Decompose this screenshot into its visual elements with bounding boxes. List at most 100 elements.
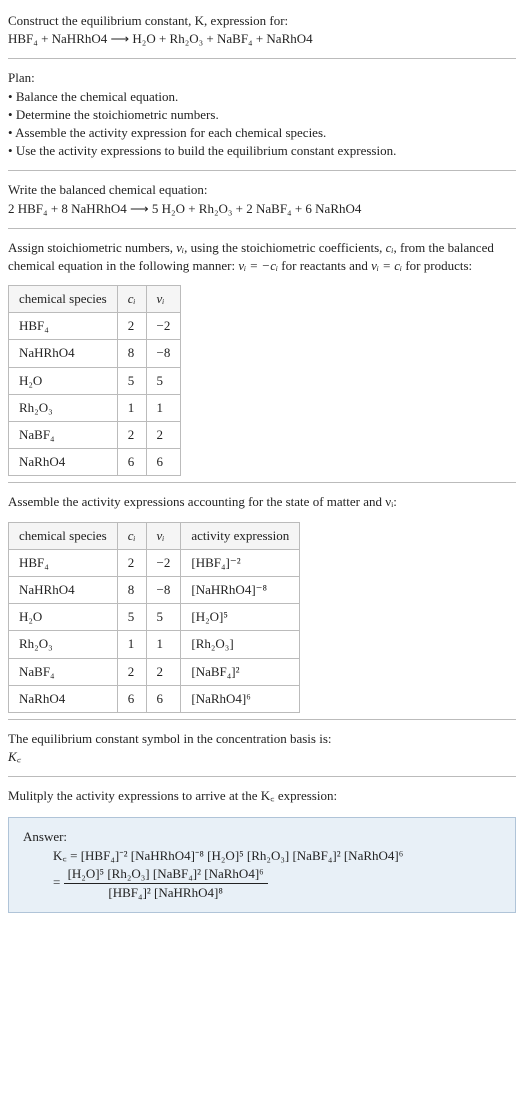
nu-cell: 6: [146, 685, 181, 712]
col-header-ci: cᵢ: [117, 522, 146, 549]
assign-block: Assign stoichiometric numbers, νᵢ, using…: [8, 235, 516, 279]
answer-box: Answer: K꜀ = [HBF₄]⁻² [NaHRhO4]⁻⁸ [H₂O]⁵…: [8, 817, 516, 913]
ci-symbol: cᵢ: [386, 240, 394, 255]
table-header-row: chemical species cᵢ νᵢ: [9, 286, 181, 313]
assign-text: for products:: [402, 258, 472, 273]
ci-cell: 6: [117, 685, 146, 712]
activity-cell: [NaBF₄]²: [181, 658, 300, 685]
divider: [8, 719, 516, 720]
plan-block: Plan: • Balance the chemical equation. •…: [8, 65, 516, 164]
species-cell: NaRhO4: [9, 449, 118, 476]
answer-flat: K꜀ = [HBF₄]⁻² [NaHRhO4]⁻⁸ [H₂O]⁵ [Rh₂O₃]…: [23, 847, 501, 865]
ci-cell: 2: [117, 549, 146, 576]
answer-label: Answer:: [23, 829, 67, 844]
title-line: Construct the equilibrium constant, K, e…: [8, 13, 288, 28]
species-cell: NaHRhO4: [9, 340, 118, 367]
assign-text: , using the stoichiometric coefficients,: [184, 240, 386, 255]
fraction-numerator: [H₂O]⁵ [Rh₂O₃] [NaBF₄]² [NaRhO4]⁶: [64, 865, 268, 884]
table-row: HBF₄2−2: [9, 313, 181, 340]
species-cell: H₂O: [9, 604, 118, 631]
species-cell: Rh₂O₃: [9, 394, 118, 421]
nu-cell: 1: [146, 394, 181, 421]
col-header-activity: activity expression: [181, 522, 300, 549]
species-cell: NaBF₄: [9, 658, 118, 685]
assemble-text: Assemble the activity expressions accoun…: [8, 494, 397, 509]
balanced-block: Write the balanced chemical equation: 2 …: [8, 177, 516, 221]
balanced-heading: Write the balanced chemical equation:: [8, 182, 207, 197]
divider: [8, 58, 516, 59]
ci-cell: 2: [117, 422, 146, 449]
symbol-block: The equilibrium constant symbol in the c…: [8, 726, 516, 770]
unbalanced-equation: HBF₄ + NaHRhO4 ⟶ H₂O + Rh₂O₃ + NaBF₄ + N…: [8, 31, 313, 46]
divider: [8, 228, 516, 229]
table-row: NaBF₄22: [9, 422, 181, 449]
ci-cell: 8: [117, 340, 146, 367]
plan-heading: Plan:: [8, 70, 35, 85]
problem-statement: Construct the equilibrium constant, K, e…: [8, 8, 516, 52]
species-cell: Rh₂O₃: [9, 631, 118, 658]
assemble-block: Assemble the activity expressions accoun…: [8, 489, 516, 515]
multiply-text: Mulitply the activity expressions to arr…: [8, 788, 337, 803]
plan-item: Assemble the activity expression for eac…: [15, 125, 326, 140]
plan-item: Use the activity expressions to build th…: [16, 143, 397, 158]
assign-text: for reactants and: [278, 258, 371, 273]
table-row: H₂O55: [9, 367, 181, 394]
fraction-denominator: [HBF₄]² [NaHRhO4]⁸: [64, 884, 268, 902]
nu-cell: 5: [146, 604, 181, 631]
balanced-equation: 2 HBF₄ + 8 NaHRhO4 ⟶ 5 H₂O + Rh₂O₃ + 2 N…: [8, 201, 361, 216]
nu-cell: 5: [146, 367, 181, 394]
col-header-nu: νᵢ: [146, 522, 181, 549]
nu-cell: −8: [146, 576, 181, 603]
col-header-species: chemical species: [9, 522, 118, 549]
nu-cell: −2: [146, 549, 181, 576]
activity-cell: [HBF₄]⁻²: [181, 549, 300, 576]
activity-table: chemical species cᵢ νᵢ activity expressi…: [8, 522, 300, 713]
activity-cell: [Rh₂O₃]: [181, 631, 300, 658]
divider: [8, 776, 516, 777]
table-row: NaHRhO48−8: [9, 340, 181, 367]
answer-fraction: = [H₂O]⁵ [Rh₂O₃] [NaBF₄]² [NaRhO4]⁶ [HBF…: [23, 865, 501, 902]
activity-cell: [NaHRhO4]⁻⁸: [181, 576, 300, 603]
species-cell: HBF₄: [9, 313, 118, 340]
activity-cell: [NaRhO4]⁶: [181, 685, 300, 712]
ci-cell: 6: [117, 449, 146, 476]
nu-cell: 2: [146, 658, 181, 685]
species-cell: H₂O: [9, 367, 118, 394]
nu-cell: −2: [146, 313, 181, 340]
relation: νᵢ = −cᵢ: [238, 258, 278, 273]
ci-cell: 5: [117, 367, 146, 394]
ci-cell: 8: [117, 576, 146, 603]
ci-cell: 1: [117, 631, 146, 658]
nu-cell: 6: [146, 449, 181, 476]
col-header-species: chemical species: [9, 286, 118, 313]
table-row: HBF₄2−2[HBF₄]⁻²: [9, 549, 300, 576]
nu-cell: 2: [146, 422, 181, 449]
nu-cell: 1: [146, 631, 181, 658]
assign-text: Assign stoichiometric numbers,: [8, 240, 176, 255]
table-row: NaHRhO48−8[NaHRhO4]⁻⁸: [9, 576, 300, 603]
plan-item: Balance the chemical equation.: [16, 89, 178, 104]
table-row: Rh₂O₃11[Rh₂O₃]: [9, 631, 300, 658]
divider: [8, 482, 516, 483]
plan-item: Determine the stoichiometric numbers.: [16, 107, 219, 122]
activity-cell: [H₂O]⁵: [181, 604, 300, 631]
species-cell: NaBF₄: [9, 422, 118, 449]
col-header-ci: cᵢ: [117, 286, 146, 313]
ci-cell: 2: [117, 313, 146, 340]
ci-cell: 1: [117, 394, 146, 421]
multiply-block: Mulitply the activity expressions to arr…: [8, 783, 516, 809]
table-row: NaRhO466[NaRhO4]⁶: [9, 685, 300, 712]
ci-cell: 5: [117, 604, 146, 631]
species-cell: HBF₄: [9, 549, 118, 576]
kc-symbol: K꜀: [8, 749, 21, 764]
nu-cell: −8: [146, 340, 181, 367]
table-row: NaRhO466: [9, 449, 181, 476]
stoichiometry-table: chemical species cᵢ νᵢ HBF₄2−2 NaHRhO48−…: [8, 285, 181, 476]
col-header-nu: νᵢ: [146, 286, 181, 313]
table-header-row: chemical species cᵢ νᵢ activity expressi…: [9, 522, 300, 549]
symbol-text: The equilibrium constant symbol in the c…: [8, 731, 332, 746]
nu-symbol: νᵢ: [176, 240, 184, 255]
relation: νᵢ = cᵢ: [371, 258, 402, 273]
divider: [8, 170, 516, 171]
species-cell: NaRhO4: [9, 685, 118, 712]
